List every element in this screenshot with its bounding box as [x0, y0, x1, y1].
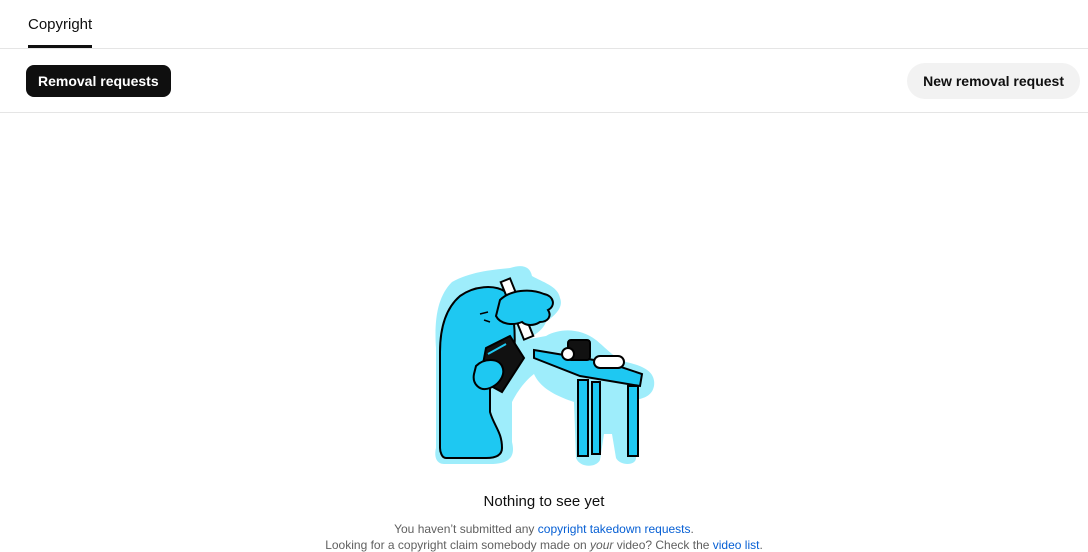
empty-state-line-1-prefix: You haven’t submitted any — [394, 522, 538, 536]
empty-state-line-1: You haven’t submitted any copyright take… — [0, 522, 1088, 536]
active-tab-indicator — [28, 45, 92, 48]
empty-state-illustration — [430, 262, 660, 468]
new-removal-request-button[interactable]: New removal request — [907, 63, 1080, 99]
removal-requests-chip[interactable]: Removal requests — [26, 65, 171, 97]
tab-bar: Copyright — [0, 0, 1088, 49]
copyright-takedown-requests-link[interactable]: copyright takedown requests — [538, 522, 691, 536]
tab-copyright[interactable]: Copyright — [28, 0, 92, 48]
empty-state-line-1-suffix: . — [690, 522, 694, 536]
toolbar: Removal requests New removal request — [0, 49, 1088, 113]
empty-state-title: Nothing to see yet — [483, 493, 605, 510]
